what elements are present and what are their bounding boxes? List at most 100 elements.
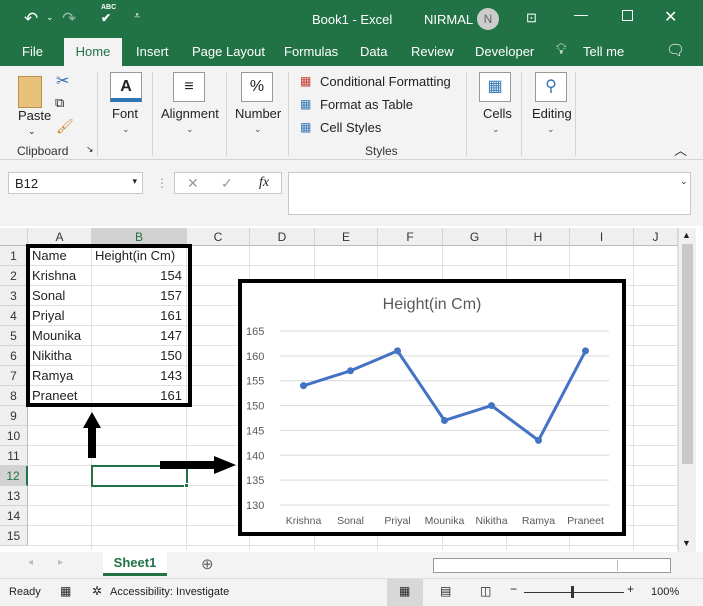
page-layout-view-icon[interactable]: ▤ [440, 584, 451, 598]
row-header-9[interactable]: 9 [0, 406, 28, 426]
undo-dropdown-icon[interactable]: ⌄ [46, 12, 54, 23]
tell-me-search[interactable]: Tell me [583, 44, 624, 59]
name-box[interactable]: B12 ▾ [8, 172, 143, 194]
horizontal-scroll-thumb[interactable] [446, 560, 618, 571]
avatar[interactable]: N [477, 8, 499, 30]
styles-group-label: Styles [365, 144, 398, 158]
comments-icon[interactable]: 🗨︎ [666, 41, 685, 59]
selected-cell-B12[interactable] [91, 465, 188, 487]
accessibility-icon: ✲ [92, 584, 103, 598]
row-header-10[interactable]: 10 [0, 426, 28, 446]
data-point [535, 436, 542, 444]
row-header-15[interactable]: 15 [0, 526, 28, 546]
zoom-in-button[interactable]: + [627, 582, 634, 596]
accessibility-status[interactable]: Accessibility: Investigate [110, 586, 229, 598]
redo-icon[interactable]: ↷ [62, 9, 76, 29]
row-header-3[interactable]: 3 [0, 286, 28, 306]
sheet-tab-sheet1[interactable]: Sheet1 [103, 552, 167, 576]
column-header-D[interactable]: D [250, 228, 315, 246]
macro-icon[interactable]: ▦ [60, 584, 71, 598]
row-header-4[interactable]: 4 [0, 306, 28, 326]
tab-file[interactable]: File [22, 44, 43, 59]
expand-formula-bar-icon[interactable]: ⌄ [680, 176, 688, 187]
column-header-J[interactable]: J [634, 228, 678, 246]
alignment-icon[interactable]: ≡ [173, 72, 205, 102]
prev-sheet-icon[interactable]: ◂ [28, 557, 33, 568]
font-button[interactable]: Font [112, 106, 138, 121]
tab-insert[interactable]: Insert [136, 44, 169, 59]
paste-button[interactable]: Paste [18, 108, 51, 123]
row-header-11[interactable]: 11 [0, 446, 28, 466]
undo-icon[interactable]: ↶ [24, 9, 38, 29]
user-name[interactable]: NIRMAL [424, 12, 473, 27]
name-box-dropdown-icon[interactable]: ▾ [132, 176, 137, 187]
tab-formulas[interactable]: Formulas [284, 44, 338, 59]
next-sheet-icon[interactable]: ▸ [58, 557, 63, 568]
vertical-scrollbar[interactable]: ▲ ▼ [678, 228, 696, 552]
row-header-14[interactable]: 14 [0, 506, 28, 526]
minimize-button[interactable]: — [574, 6, 588, 22]
row-header-13[interactable]: 13 [0, 486, 28, 506]
alignment-button[interactable]: Alignment [161, 106, 219, 121]
enter-icon[interactable]: ✓ [221, 175, 233, 192]
cells-button[interactable]: Cells [483, 106, 512, 121]
paste-dropdown-icon[interactable]: ⌄ [28, 126, 36, 137]
chart[interactable]: Height(in Cm) 130 135 140 145 150 155 160 165 Kr… [238, 279, 626, 536]
row-header-7[interactable]: 7 [0, 366, 28, 386]
cells-icon[interactable]: ▦ [479, 72, 511, 102]
clipboard-launcher-icon[interactable]: ↘ [86, 144, 94, 155]
zoom-out-button[interactable]: − [510, 582, 517, 596]
row-header-6[interactable]: 6 [0, 346, 28, 366]
new-sheet-icon[interactable]: ⊕ [201, 555, 214, 573]
horizontal-scrollbar[interactable] [433, 558, 671, 573]
row-header-8[interactable]: 8 [0, 386, 28, 406]
format-as-table-button[interactable]: Format as Table [320, 97, 413, 112]
close-button[interactable]: ✕ [664, 7, 677, 27]
vertical-scroll-thumb[interactable] [682, 244, 693, 464]
column-header-H[interactable]: H [507, 228, 570, 246]
find-icon[interactable]: ⚲ [535, 72, 567, 102]
cut-icon[interactable]: ✂ [56, 71, 69, 91]
select-all-button[interactable] [0, 228, 28, 246]
row-header-5[interactable]: 5 [0, 326, 28, 346]
tab-page-layout[interactable]: Page Layout [192, 44, 265, 59]
maximize-button[interactable] [622, 10, 633, 21]
spelling-icon[interactable]: ABC ✔ [101, 4, 116, 25]
font-icon[interactable]: A [110, 72, 142, 102]
format-painter-icon[interactable]: 🖌︎ [56, 118, 74, 135]
zoom-slider[interactable] [524, 592, 624, 593]
row-header-12[interactable]: 12 [0, 466, 28, 486]
ribbon-display-icon[interactable]: ⊡ [526, 10, 537, 26]
row-header-2[interactable]: 2 [0, 266, 28, 286]
x-tick-label: Krishna [286, 515, 322, 527]
fill-handle[interactable] [184, 483, 189, 488]
conditional-formatting-button[interactable]: Conditional Formatting [320, 74, 451, 89]
customize-qat-icon[interactable]: ⩡ [134, 10, 140, 23]
collapse-ribbon-icon[interactable]: ︿ [674, 140, 687, 159]
cell-styles-button[interactable]: Cell Styles [320, 120, 381, 135]
copy-icon[interactable]: ⧉ [55, 95, 64, 111]
number-button[interactable]: Number [235, 106, 281, 121]
tab-developer[interactable]: Developer [475, 44, 534, 59]
column-header-E[interactable]: E [315, 228, 378, 246]
page-break-view-icon[interactable]: ◫ [480, 584, 491, 598]
y-tick-label: 165 [246, 326, 264, 338]
normal-view-button[interactable]: ▦ [387, 579, 423, 606]
cancel-icon[interactable]: ✕ [187, 175, 199, 192]
column-header-I[interactable]: I [570, 228, 634, 246]
column-header-F[interactable]: F [378, 228, 443, 246]
tab-review[interactable]: Review [411, 44, 454, 59]
number-icon[interactable]: % [241, 72, 273, 102]
column-header-C[interactable]: C [187, 228, 250, 246]
clipboard-group-label: Clipboard [17, 144, 69, 158]
formula-input[interactable] [288, 172, 691, 215]
row-header-1[interactable]: 1 [0, 246, 28, 266]
editing-button[interactable]: Editing [532, 106, 572, 121]
zoom-slider-thumb[interactable] [571, 586, 574, 598]
insert-function-button[interactable]: fx [259, 175, 269, 191]
paste-icon[interactable] [18, 76, 42, 108]
column-header-G[interactable]: G [443, 228, 507, 246]
tab-home[interactable]: Home [64, 38, 122, 66]
tab-data[interactable]: Data [360, 44, 387, 59]
zoom-level[interactable]: 100% [651, 586, 679, 598]
